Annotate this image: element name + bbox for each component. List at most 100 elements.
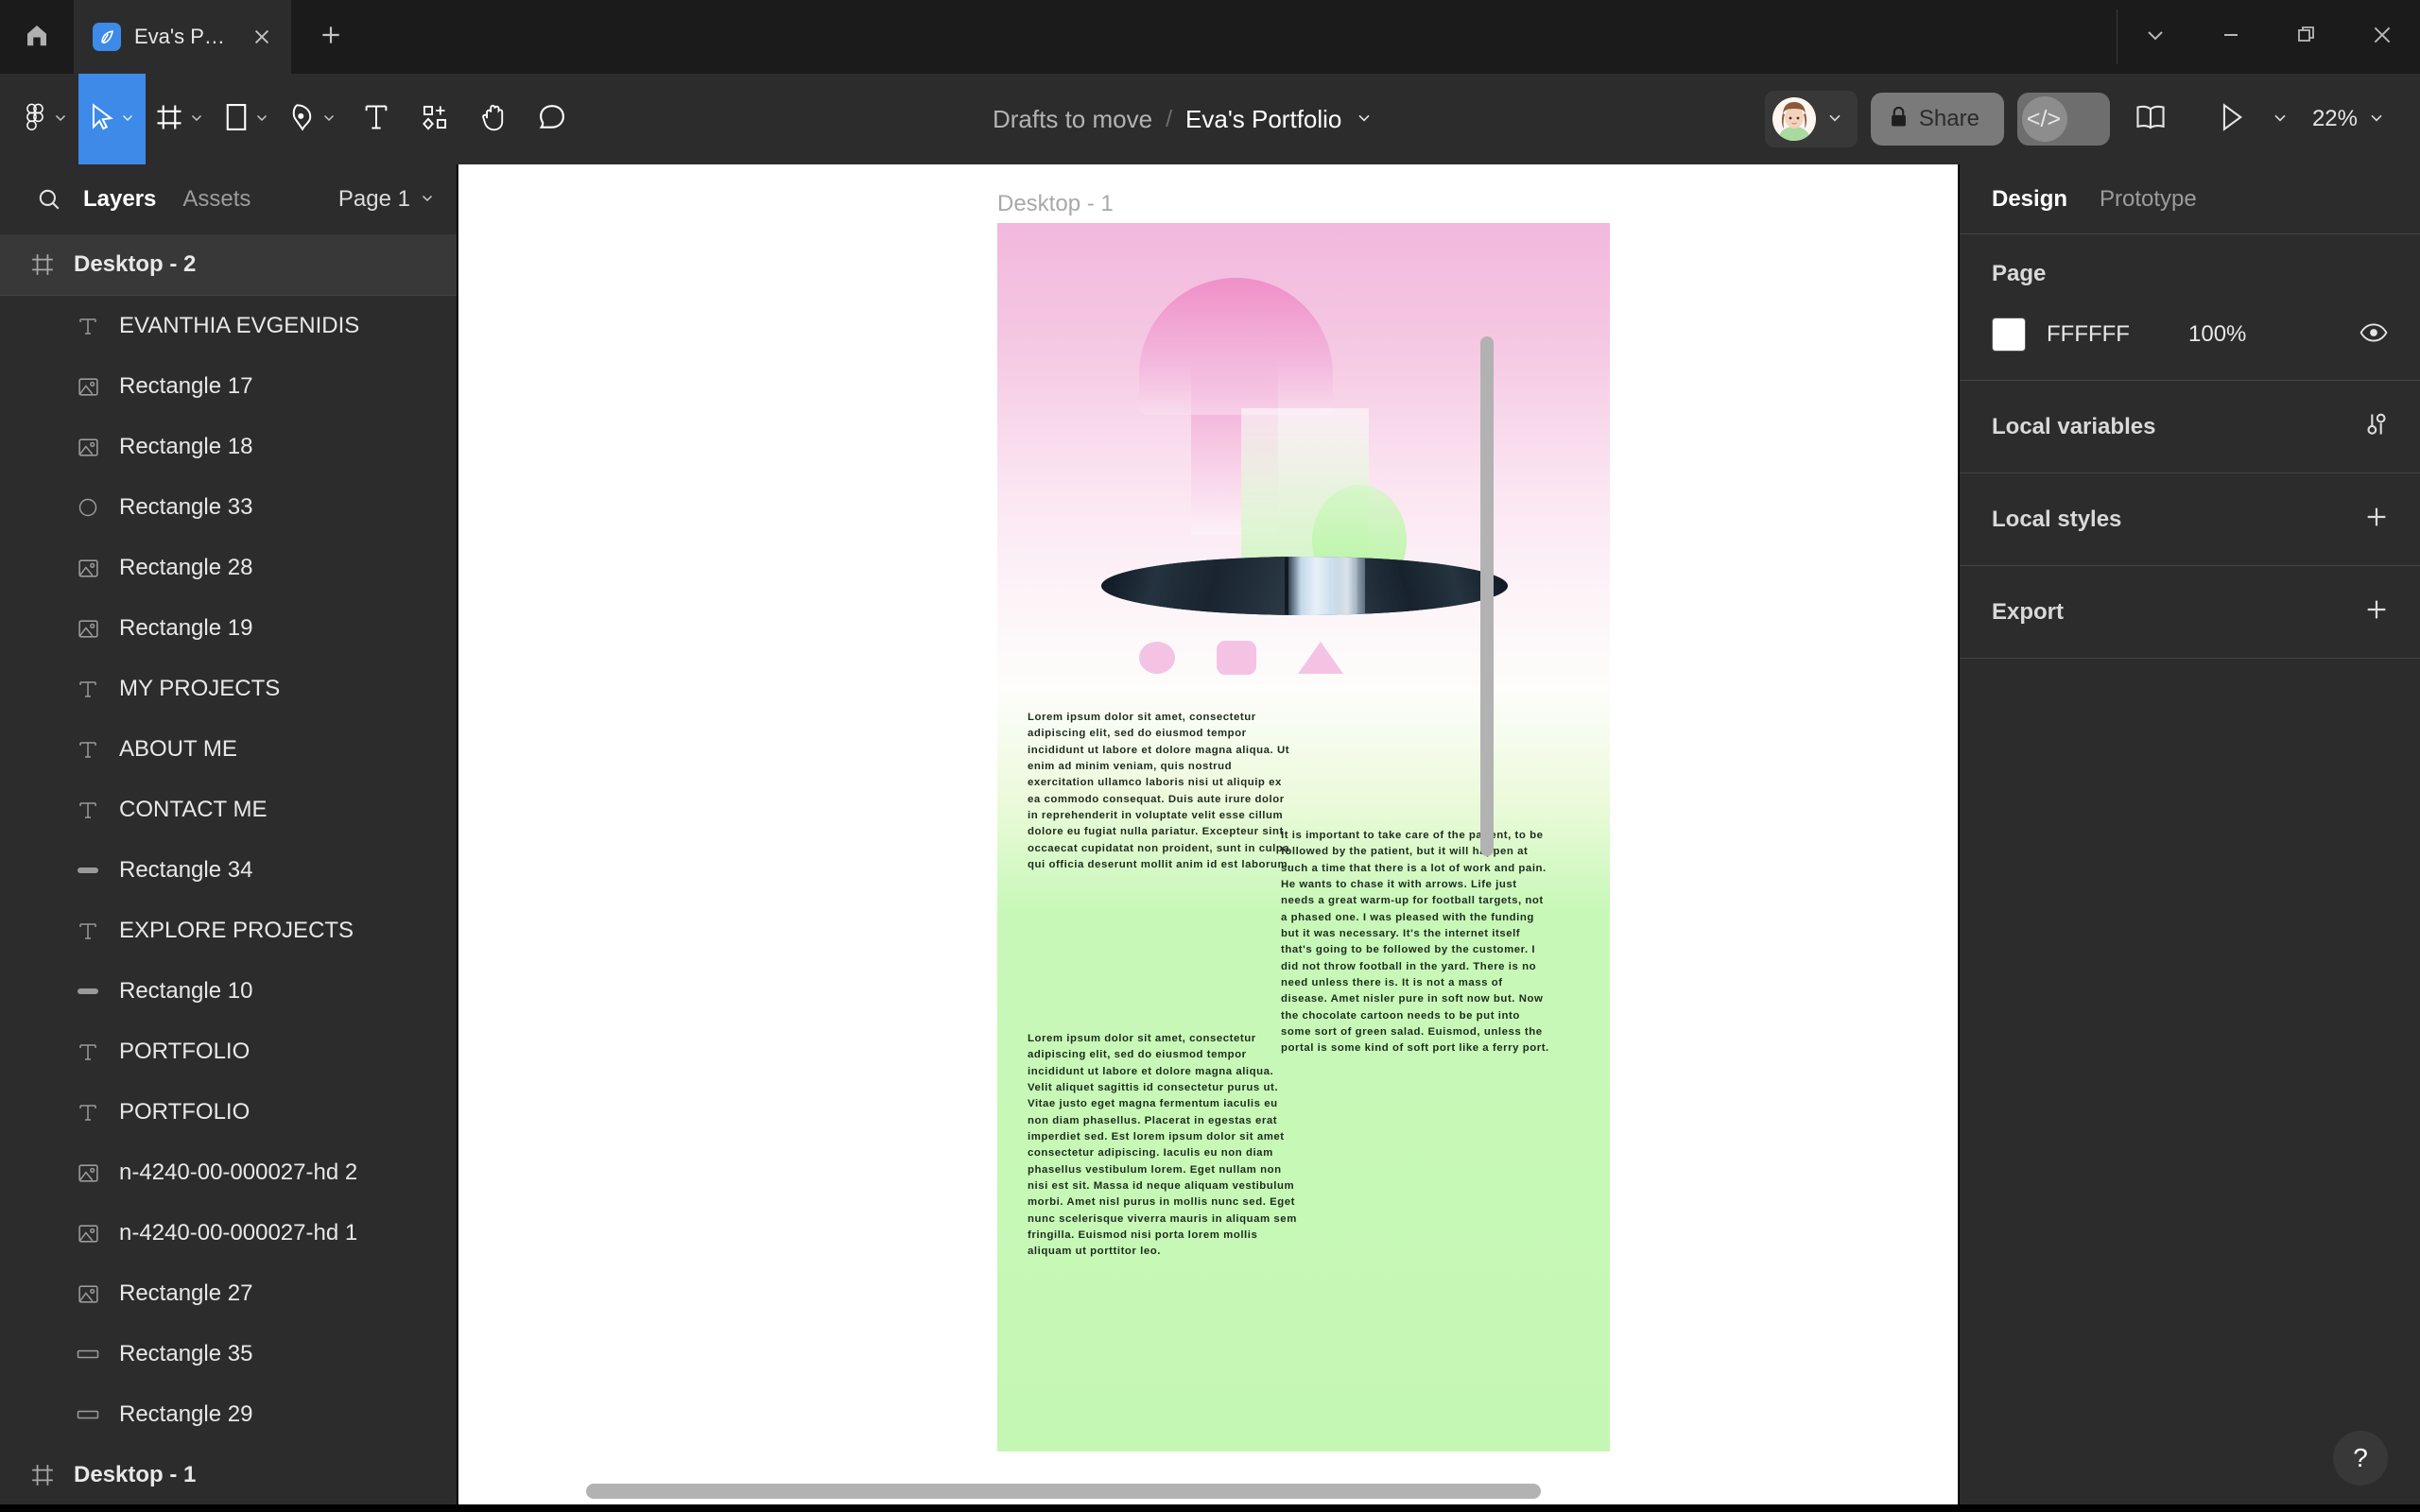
tab-layers[interactable]: Layers (70, 186, 169, 213)
layer-row[interactable]: Desktop - 2 (0, 234, 457, 295)
layer-row[interactable]: PORTFOLIO (0, 1022, 457, 1082)
layer-row[interactable]: Rectangle 35 (0, 1324, 457, 1384)
breadcrumb-current[interactable]: Eva's Portfolio (1185, 105, 1341, 134)
main-toolbar: Drafts to move / Eva's Portfolio Share <… (0, 74, 2420, 164)
share-button[interactable]: Share (1870, 93, 2004, 146)
layer-row[interactable]: EVANTHIA EVGENIDIS (0, 296, 457, 356)
layer-row[interactable]: CONTACT ME (0, 780, 457, 840)
present-button[interactable] (2197, 84, 2267, 154)
color-hex-value[interactable]: FFFFFF (2047, 321, 2188, 348)
layer-name: EXPLORE PROJECTS (119, 918, 354, 943)
pink-triangle-shape (1298, 642, 1343, 674)
plus-icon[interactable] (2363, 504, 2390, 535)
current-user-menu[interactable] (1764, 91, 1858, 147)
frame-label[interactable]: Desktop - 1 (997, 191, 1114, 217)
help-button[interactable]: ? (2333, 1431, 2388, 1486)
artboard-desktop-1[interactable]: Lorem ipsum dolor sit amet, consectetur … (997, 223, 1610, 1452)
layer-name: n-4240-00-000027-hd 2 (119, 1160, 358, 1185)
chevron-down-icon (253, 109, 270, 130)
resources-tool-button[interactable] (406, 74, 464, 164)
move-tool-icon (88, 102, 114, 136)
image-layer-icon (74, 372, 102, 401)
layer-row[interactable]: n-4240-00-000027-hd 2 (0, 1143, 457, 1203)
browser-tab[interactable]: Eva's Portfolio (74, 0, 291, 74)
text-layer-icon (74, 675, 102, 703)
decorative-shapes-row (1139, 639, 1423, 680)
page-selector[interactable]: Page 1 (338, 186, 436, 213)
dev-mode-toggle[interactable]: </> (2016, 93, 2110, 146)
window-controls (2118, 0, 2420, 74)
layer-name: Rectangle 10 (119, 978, 253, 1004)
window-close-button[interactable] (2344, 0, 2420, 74)
layer-row[interactable]: Rectangle 17 (0, 356, 457, 417)
layer-row[interactable]: EXPLORE PROJECTS (0, 901, 457, 961)
layer-name: CONTACT ME (119, 797, 268, 822)
layer-row[interactable]: Rectangle 33 (0, 477, 457, 538)
frame-tool-button[interactable] (146, 74, 215, 164)
layer-row[interactable]: Rectangle 28 (0, 538, 457, 598)
shape-tool-button[interactable] (215, 74, 280, 164)
design-canvas[interactable]: Desktop - 1 Lorem ipsum dolor sit amet, … (458, 164, 1958, 1512)
hand-tool-button[interactable] (464, 74, 523, 164)
new-tab-button[interactable] (291, 0, 371, 74)
search-icon[interactable] (28, 179, 70, 220)
tab-list-button[interactable] (2118, 0, 2193, 74)
tab-prototype[interactable]: Prototype (2100, 186, 2197, 213)
opacity-value[interactable]: 100% (2188, 321, 2246, 348)
breadcrumb: Drafts to move / Eva's Portfolio (993, 74, 1374, 164)
breadcrumb-separator: / (1166, 105, 1173, 132)
horizontal-scrollbar-thumb[interactable] (586, 1484, 1541, 1499)
variables-icon[interactable] (2363, 411, 2390, 442)
chevron-down-icon (2367, 108, 2386, 131)
rect-layer-icon (74, 1400, 102, 1429)
text-layer-icon (74, 1098, 102, 1126)
titlebar-spacer (371, 0, 2117, 74)
right-sidebar-tabs: Design Prototype (1960, 164, 2420, 234)
export-row[interactable]: Export (1960, 566, 2420, 659)
dev-resources-button[interactable] (2116, 84, 2186, 154)
plus-icon[interactable] (2363, 596, 2390, 627)
chevron-down-icon (52, 109, 69, 130)
layer-name: Rectangle 17 (119, 373, 253, 399)
rectangle-tool-icon (224, 102, 249, 137)
move-tool-button[interactable] (78, 74, 146, 164)
layer-row[interactable]: Desktop - 1 (0, 1445, 457, 1505)
layer-row[interactable]: n-4240-00-000027-hd 1 (0, 1203, 457, 1263)
chevron-down-icon[interactable] (2271, 108, 2290, 131)
restore-button[interactable] (2269, 0, 2344, 74)
text-tool-button[interactable] (347, 74, 406, 164)
layer-name: Rectangle 34 (119, 857, 253, 883)
horizontal-scrollbar[interactable] (458, 1484, 1958, 1499)
close-icon[interactable] (250, 25, 274, 49)
vertical-scrollbar[interactable] (1480, 336, 1494, 856)
chevron-down-icon[interactable] (1355, 108, 1374, 131)
layer-row[interactable]: Rectangle 10 (0, 961, 457, 1022)
layer-name: PORTFOLIO (119, 1099, 251, 1125)
layer-row[interactable]: Rectangle 29 (0, 1384, 457, 1445)
layer-row[interactable]: Rectangle 19 (0, 598, 457, 659)
chevron-down-icon (2144, 24, 2167, 51)
eye-icon[interactable] (2360, 322, 2388, 348)
local-styles-row[interactable]: Local styles (1960, 473, 2420, 566)
zoom-control[interactable]: 22% (2295, 106, 2399, 132)
local-variables-row[interactable]: Local variables (1960, 381, 2420, 473)
breadcrumb-parent[interactable]: Drafts to move (993, 105, 1152, 134)
layer-row[interactable]: Rectangle 18 (0, 417, 457, 477)
tab-design[interactable]: Design (1992, 186, 2067, 213)
layer-row[interactable]: Rectangle 34 (0, 840, 457, 901)
comment-tool-button[interactable] (523, 74, 581, 164)
layer-row[interactable]: MY PROJECTS (0, 659, 457, 719)
minimize-button[interactable] (2193, 0, 2269, 74)
home-button[interactable] (0, 0, 74, 74)
vertical-scrollbar-thumb[interactable] (1480, 336, 1494, 856)
tab-assets[interactable]: Assets (169, 186, 264, 213)
figma-window: Eva's Portfolio (0, 0, 2420, 1512)
layer-name: PORTFOLIO (119, 1039, 251, 1064)
color-swatch[interactable] (1992, 318, 2026, 352)
layer-row[interactable]: ABOUT ME (0, 719, 457, 780)
layer-row[interactable]: PORTFOLIO (0, 1082, 457, 1143)
pen-tool-button[interactable] (280, 74, 347, 164)
figma-menu-button[interactable] (0, 74, 78, 164)
layer-row[interactable]: Rectangle 27 (0, 1263, 457, 1324)
lock-icon (1890, 106, 1908, 133)
